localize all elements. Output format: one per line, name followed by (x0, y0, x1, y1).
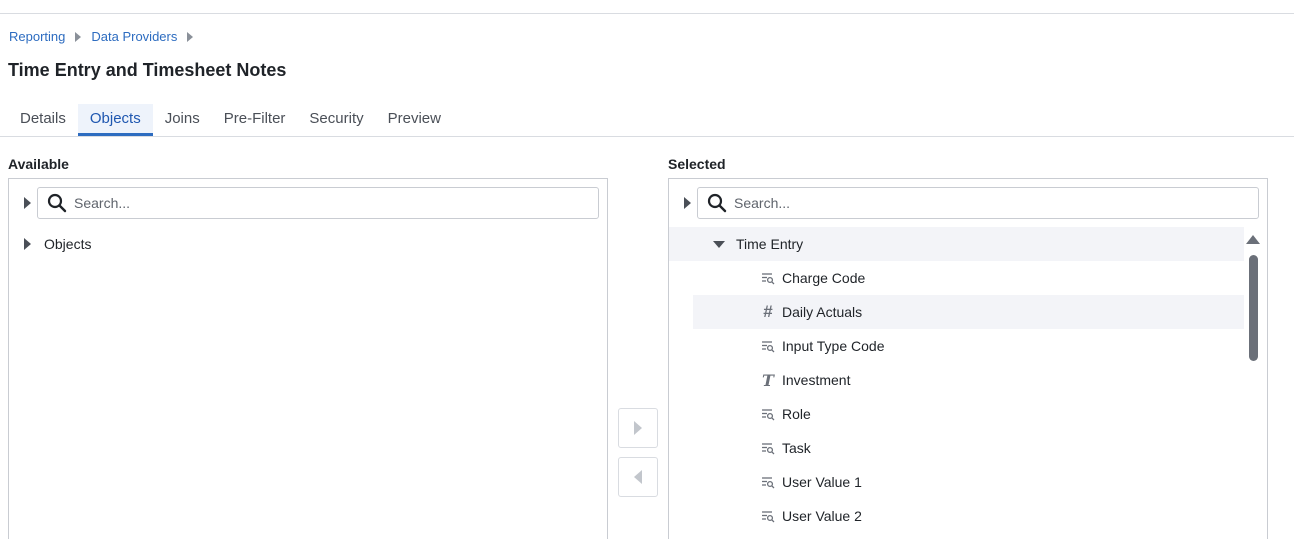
field-input-type-code[interactable]: Input Type Code (693, 329, 1244, 363)
tabs-divider (0, 136, 1294, 137)
field-label: Daily Actuals (782, 304, 863, 320)
expand-all-icon[interactable] (24, 197, 31, 209)
field-label: Task (782, 440, 811, 456)
tree-group-time-entry[interactable]: Time Entry (669, 227, 1244, 261)
selected-search-input[interactable] (734, 189, 1234, 217)
field-charge-code[interactable]: Charge Code (693, 261, 1244, 295)
selected-label: Selected (668, 156, 726, 172)
scroll-thumb[interactable] (1249, 255, 1258, 361)
tree-item-objects[interactable]: Objects (24, 227, 91, 261)
add-to-selected-button[interactable] (618, 408, 658, 448)
available-panel: Objects (8, 178, 608, 539)
scrollbar[interactable] (1246, 231, 1260, 539)
lookup-icon (761, 339, 775, 353)
tab-pre-filter[interactable]: Pre-Filter (212, 104, 298, 136)
field-user-value-2[interactable]: User Value 2 (693, 499, 1244, 533)
available-search-row (9, 187, 607, 219)
tab-details[interactable]: Details (8, 104, 78, 136)
selected-search-row (669, 187, 1267, 219)
selected-search-box (697, 187, 1259, 219)
available-label: Available (8, 156, 69, 172)
available-search-input[interactable] (74, 189, 574, 217)
tab-preview[interactable]: Preview (376, 104, 453, 136)
lookup-icon (761, 271, 775, 285)
collapse-icon[interactable] (713, 240, 725, 248)
lookup-icon (761, 441, 775, 455)
page-title: Time Entry and Timesheet Notes (8, 60, 287, 80)
field-role[interactable]: Role (693, 397, 1244, 431)
breadcrumb-reporting[interactable]: Reporting (9, 29, 65, 44)
breadcrumb-data-providers[interactable]: Data Providers (91, 29, 177, 44)
arrow-left-icon (634, 470, 642, 484)
top-divider (0, 13, 1294, 14)
scroll-up-icon[interactable] (1246, 235, 1260, 244)
field-user-value-1[interactable]: User Value 1 (693, 465, 1244, 499)
field-label: User Value 1 (782, 474, 862, 490)
number-icon: # (763, 302, 773, 321)
tree-item-label: Objects (44, 236, 92, 252)
field-label: User Value 2 (782, 508, 862, 524)
expand-icon[interactable] (24, 238, 31, 250)
field-task[interactable]: Task (693, 431, 1244, 465)
field-label: Investment (782, 372, 851, 388)
tab-joins[interactable]: Joins (153, 104, 212, 136)
lookup-icon (761, 509, 775, 523)
breadcrumb-separator-icon (187, 31, 194, 42)
breadcrumb: Reporting Data Providers (9, 29, 203, 44)
expand-all-icon[interactable] (684, 197, 691, 209)
lookup-icon (761, 475, 775, 489)
field-label: Charge Code (782, 270, 866, 286)
text-icon: T (762, 370, 774, 390)
arrow-right-icon (634, 421, 642, 435)
breadcrumb-separator-icon (75, 31, 82, 42)
remove-from-selected-button[interactable] (618, 457, 658, 497)
lookup-icon (761, 407, 775, 421)
field-label: Role (782, 406, 811, 422)
search-icon (47, 193, 67, 213)
tree-group-label: Time Entry (736, 236, 804, 252)
available-search-box (37, 187, 599, 219)
field-label: Input Type Code (782, 338, 885, 354)
selected-panel: Time Entry Charge Code # Daily Actuals I… (668, 178, 1268, 539)
field-daily-actuals[interactable]: # Daily Actuals (693, 295, 1244, 329)
search-icon (707, 193, 727, 213)
tab-bar: Details Objects Joins Pre-Filter Securit… (8, 104, 453, 136)
tab-security[interactable]: Security (297, 104, 375, 136)
tab-objects[interactable]: Objects (77, 104, 153, 136)
field-investment[interactable]: T Investment (693, 363, 1244, 397)
